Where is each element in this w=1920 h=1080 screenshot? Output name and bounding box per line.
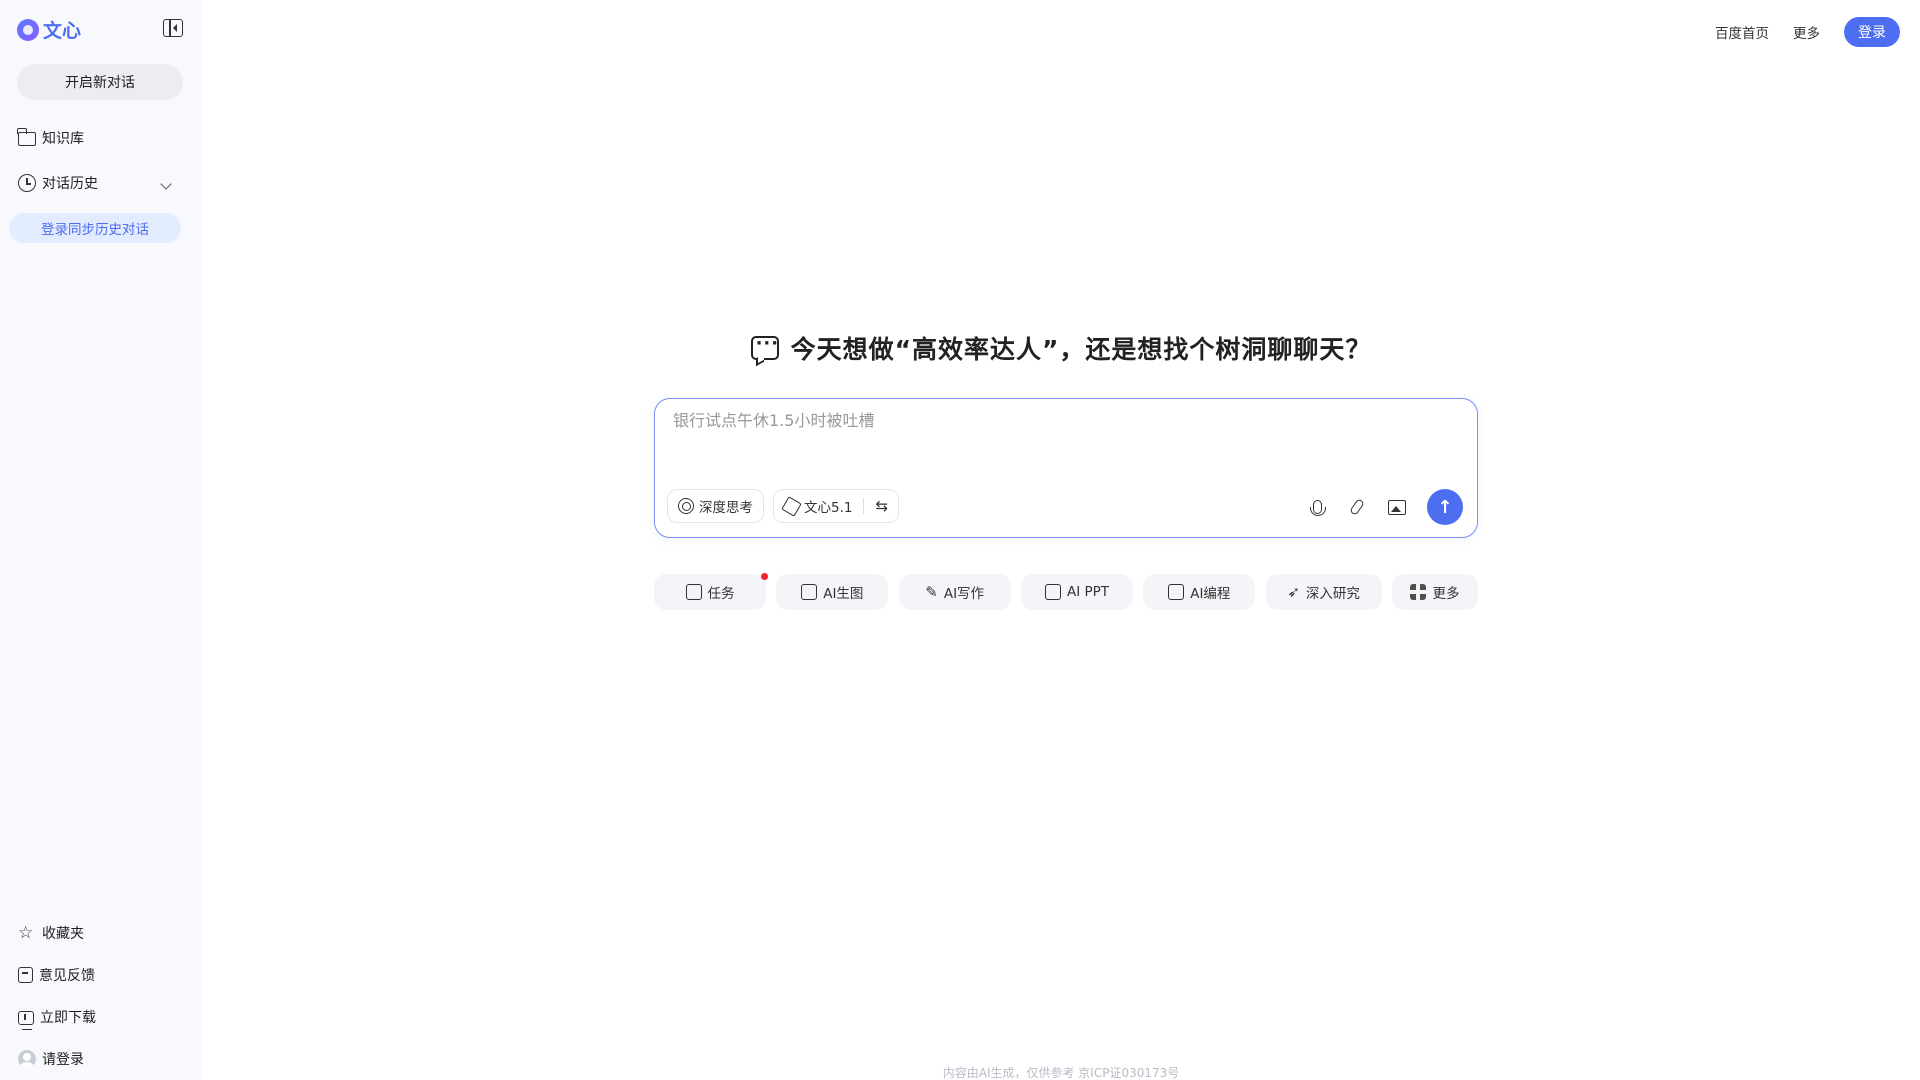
model-cube-icon [781,495,802,517]
chip-label: 深入研究 [1305,586,1360,602]
clock-icon [18,174,36,192]
grid-icon [1410,584,1427,600]
chip-label: 更多 [1432,586,1460,602]
headline-text: 今天想做“高效率达人”，还是想找个树洞聊聊天？ [790,335,1372,364]
code-icon [1168,584,1185,600]
sidebar-item-favorites[interactable]: ☆ 收藏夹 [18,923,84,943]
deep-think-icon [678,498,694,514]
footer-disclaimer: 内容由AI生成，仅供参考 京ICP证030173号 [942,1066,1180,1080]
new-badge [761,573,768,580]
chip-ai-image[interactable]: AI生图 [776,574,889,610]
download-icon [18,1010,34,1030]
chip-label: AI PPT [1066,584,1109,600]
model-selector[interactable]: 文心5.1 ⇆ [773,489,900,523]
send-button[interactable]: ↑ [1427,489,1463,525]
star-icon: ☆ [18,923,34,943]
sidebar-item-knowledge-base[interactable]: 知识库 [17,128,84,148]
brand-name: 文心 [43,20,82,42]
chip-label: AI编程 [1190,586,1231,602]
sidebar-item-label: 请登录 [42,1052,84,1068]
sidebar-item-feedback[interactable]: 意见反馈 [18,965,95,985]
quick-action-chips: 任务 AI生图 ✎ AI写作 AI PPT AI编程 ➶ 深入研究 更多 [654,573,1478,610]
avatar-icon [18,1050,36,1068]
ppt-icon [1044,584,1061,600]
sidebar-item-label: 立即下载 [40,1010,96,1026]
login-button[interactable]: 登录 [1844,17,1900,47]
sidebar-item-label: 收藏夹 [42,926,84,942]
paperclip-icon [1349,498,1365,516]
chip-more[interactable]: 更多 [1391,574,1478,610]
image-icon [801,584,818,600]
microphone-icon [1309,500,1326,516]
login-sync-history-button[interactable]: 登录同步历史对话 [9,213,181,243]
deep-think-button[interactable]: 深度思考 [667,489,764,523]
chat-input-box: 深度思考 文心5.1 ⇆ ↑ [654,398,1478,538]
folder-icon [17,128,36,146]
divider [863,498,865,514]
microphone-button[interactable] [1307,497,1327,517]
chat-input[interactable] [673,411,1453,430]
brand-logo[interactable]: 文心 [17,16,81,43]
collapse-sidebar-icon[interactable] [163,19,183,37]
sidebar-item-label: 对话历史 [42,176,98,192]
chat-bubble-icon [750,333,779,360]
deep-think-label: 深度思考 [699,500,753,516]
headline: 今天想做“高效率达人”，还是想找个树洞聊聊天？ [0,330,1920,366]
model-label: 文心5.1 [804,500,853,516]
chip-ai-writing[interactable]: ✎ AI写作 [898,574,1011,610]
attach-button[interactable] [1347,497,1367,517]
chip-task[interactable]: 任务 [654,573,768,610]
chip-ai-ppt[interactable]: AI PPT [1020,574,1133,610]
chip-label: AI写作 [943,586,985,602]
sidebar-item-download[interactable]: 立即下载 [18,1007,96,1030]
new-chat-button[interactable]: 开启新对话 [17,64,183,100]
rocket-icon: ➶ [1287,583,1300,601]
sidebar-item-label: 知识库 [42,131,84,147]
chevron-down-icon[interactable] [160,178,172,190]
sidebar: 文心 开启新对话 知识库 对话历史 登录同步历史对话 ☆ 收藏夹 意见反馈 立即… [0,0,202,1080]
chip-ai-coding[interactable]: AI编程 [1143,574,1256,610]
topbar: 百度首页 更多 登录 [1715,17,1900,47]
swap-icon[interactable]: ⇆ [875,497,888,515]
sidebar-item-login[interactable]: 请登录 [18,1049,84,1069]
chip-label: AI生图 [823,586,864,602]
image-upload-button[interactable] [1387,497,1407,517]
arrow-up-icon: ↑ [1437,496,1453,518]
chip-label: 任务 [707,586,735,602]
sidebar-item-chat-history[interactable]: 对话历史 [18,173,98,193]
image-icon [1388,499,1406,515]
baidu-home-link[interactable]: 百度首页 [1715,22,1769,42]
input-tools: ↑ [1307,489,1463,525]
more-link[interactable]: 更多 [1793,22,1820,42]
sidebar-item-label: 意见反馈 [39,968,95,984]
pen-icon: ✎ [925,583,938,601]
feedback-icon [18,967,33,983]
task-icon [685,584,702,600]
wenxin-logo-icon [17,18,39,41]
chip-deep-research[interactable]: ➶ 深入研究 [1265,574,1382,610]
